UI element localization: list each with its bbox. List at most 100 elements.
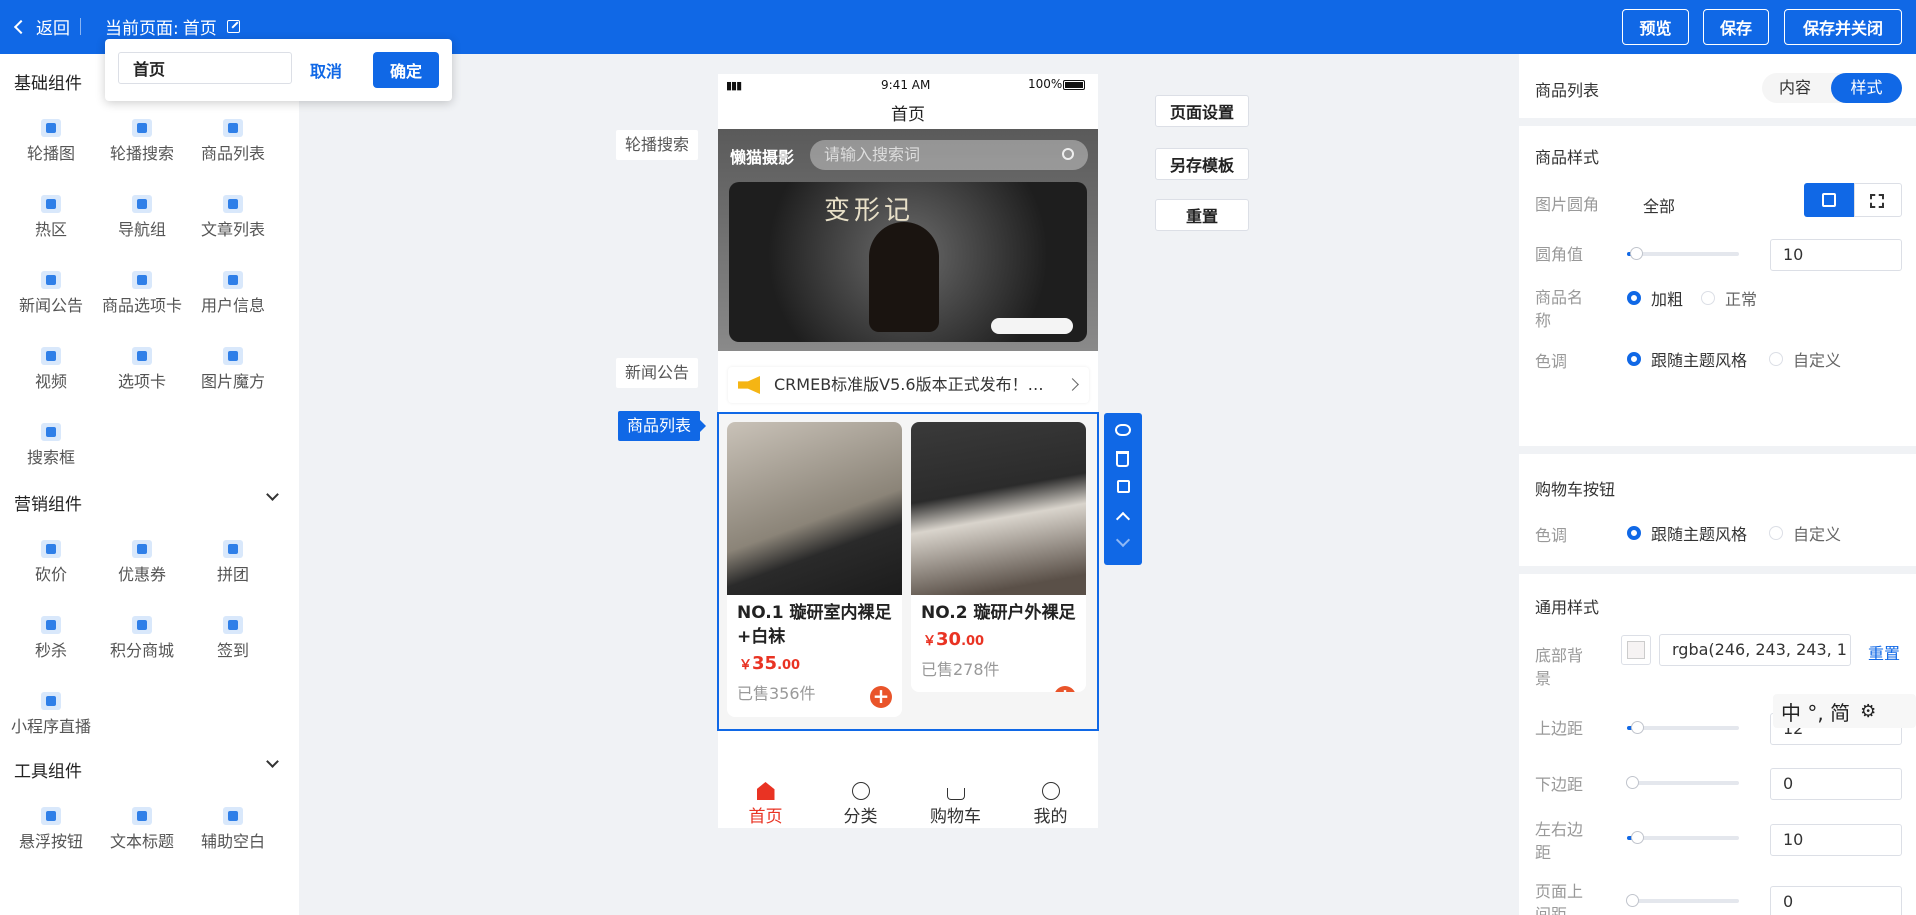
cart-tone-custom-radio[interactable]: 自定义	[1769, 521, 1841, 545]
margin-bottom-slider[interactable]	[1626, 776, 1739, 789]
canvas-label-goods-list[interactable]: 商品列表	[618, 411, 707, 441]
banner-search-block[interactable]: 懒猫摄影 请输入搜索词 变形记	[718, 129, 1098, 351]
page-top-slider[interactable]	[1626, 894, 1739, 907]
name-normal-radio[interactable]: 正常	[1701, 286, 1757, 310]
component-label: 轮播搜索	[109, 144, 174, 163]
tab-content[interactable]: 内容	[1762, 73, 1828, 103]
component-marketing-0[interactable]: 砍价	[6, 540, 96, 586]
goods-name-label: 商品名称	[1535, 288, 1584, 330]
component-tools-2[interactable]: 辅助空白	[188, 807, 278, 853]
component-basic-0[interactable]: 轮播图	[6, 119, 96, 165]
section-title: 购物车按钮	[1535, 480, 1616, 499]
component-basic-10[interactable]: 选项卡	[97, 347, 187, 393]
component-basic-5[interactable]: 文章列表	[188, 195, 278, 241]
copy-icon[interactable]	[1117, 480, 1130, 493]
status-bar: ▮▮▮ 9:41 AM 100%	[718, 74, 1098, 94]
goods-list-block[interactable]: NO.1 璇研室内裸足+白袜 ￥35.00 已售356件 + NO.2 璇研户外…	[717, 412, 1099, 731]
page-top-label: 页面上间距	[1535, 882, 1584, 915]
component-marketing-4[interactable]: 积分商城	[97, 616, 187, 662]
banner-image[interactable]: 变形记	[729, 182, 1087, 342]
tab-mine[interactable]: 我的	[1003, 776, 1098, 827]
tab-style[interactable]: 样式	[1831, 73, 1902, 103]
radius-all-button[interactable]	[1804, 183, 1854, 217]
tone-custom-radio[interactable]: 自定义	[1769, 347, 1841, 371]
tab-cart[interactable]: 购物车	[908, 776, 1003, 827]
save-button[interactable]: 保存	[1703, 9, 1769, 45]
ime-toolbar[interactable]: 中 °, 简 ⚙	[1773, 694, 1916, 728]
margin-lr-input[interactable]: 10	[1770, 824, 1902, 856]
banner-figure	[869, 222, 939, 332]
component-label: 砍价	[34, 565, 67, 584]
component-basic-2[interactable]: 商品列表	[188, 119, 278, 165]
goods-card[interactable]: NO.1 璇研室内裸足+白袜 ￥35.00 已售356件 +	[727, 422, 902, 717]
banner-search-input[interactable]: 请输入搜索词	[810, 140, 1088, 170]
trash-icon[interactable]	[1116, 451, 1129, 467]
move-down-icon[interactable]	[1115, 532, 1131, 548]
component-basic-9[interactable]: 视频	[6, 347, 96, 393]
back-label: 返回	[36, 19, 70, 39]
component-basic-3[interactable]: 热区	[6, 195, 96, 241]
price-dec: .00	[961, 634, 985, 649]
component-basic-1[interactable]: 轮播搜索	[97, 119, 187, 165]
radius-input[interactable]: 10	[1770, 239, 1902, 271]
component-icon	[41, 347, 61, 365]
component-marketing-2[interactable]: 拼团	[188, 540, 278, 586]
margin-lr-slider[interactable]	[1627, 831, 1739, 844]
goods-card[interactable]: NO.2 璇研户外裸足 ￥30.00 已售278件 +	[911, 422, 1086, 692]
tab-category[interactable]: 分类	[813, 776, 908, 827]
name-bold-radio[interactable]: 加粗	[1627, 286, 1683, 310]
bg-color-input[interactable]: rgba(246, 243, 243, 1	[1659, 634, 1851, 666]
page-top-input[interactable]: 0	[1770, 886, 1902, 915]
cart-icon	[946, 788, 965, 800]
component-tools-0[interactable]: 悬浮按钮	[6, 807, 96, 853]
gear-icon[interactable]: ⚙	[1860, 701, 1876, 722]
radio-label: 自定义	[1793, 351, 1842, 370]
component-basic-8[interactable]: 用户信息	[188, 271, 278, 317]
component-basic-11[interactable]: 图片魔方	[188, 347, 278, 393]
save-template-button[interactable]: 另存模板	[1155, 148, 1249, 180]
canvas-label-banner-search[interactable]: 轮播搜索	[616, 130, 699, 160]
add-cart-icon[interactable]: +	[870, 686, 892, 708]
radio-label: 自定义	[1793, 525, 1842, 544]
component-marketing-3[interactable]: 秒杀	[6, 616, 96, 662]
back-button[interactable]: 返回	[13, 14, 70, 39]
preview-button[interactable]: 预览	[1622, 9, 1689, 45]
color-picker[interactable]	[1621, 635, 1651, 665]
component-tools-1[interactable]: 文本标题	[97, 807, 187, 853]
edit-icon[interactable]	[226, 20, 240, 33]
radius-slider[interactable]	[1627, 247, 1739, 260]
cancel-button[interactable]: 取消	[310, 58, 342, 82]
confirm-button[interactable]: 确定	[373, 52, 439, 88]
component-basic-7[interactable]: 商品选项卡	[97, 271, 187, 317]
component-label: 文本标题	[109, 832, 174, 851]
tone-theme-radio[interactable]: 跟随主题风格	[1627, 347, 1747, 371]
component-marketing-5[interactable]: 签到	[188, 616, 278, 662]
margin-top-slider[interactable]	[1627, 721, 1739, 734]
reset-page-button[interactable]: 重置	[1155, 199, 1249, 231]
tab-home[interactable]: 首页	[718, 776, 813, 827]
add-cart-icon[interactable]: +	[1054, 686, 1076, 692]
component-icon	[223, 271, 243, 289]
component-basic-6[interactable]: 新闻公告	[6, 271, 96, 317]
eye-icon[interactable]	[1115, 424, 1131, 436]
save-close-button[interactable]: 保存并关闭	[1784, 9, 1902, 45]
move-up-icon[interactable]	[1115, 511, 1131, 527]
component-marketing-1[interactable]: 优惠券	[97, 540, 187, 586]
page-settings-button[interactable]: 页面设置	[1155, 95, 1249, 127]
cart-tone-theme-radio[interactable]: 跟随主题风格	[1627, 521, 1747, 545]
component-marketing-6[interactable]: 小程序直播	[6, 692, 96, 738]
chevron-down-icon[interactable]	[266, 488, 279, 501]
component-label: 悬浮按钮	[18, 832, 83, 851]
component-icon	[223, 195, 243, 213]
bg-reset-link[interactable]: 重置	[1868, 640, 1900, 664]
component-basic-12[interactable]: 搜索框	[6, 423, 96, 469]
chevron-down-icon[interactable]	[266, 755, 279, 768]
page-name-input[interactable]	[118, 52, 292, 84]
canvas-label-news[interactable]: 新闻公告	[616, 358, 699, 388]
radius-single-button[interactable]	[1854, 183, 1902, 217]
news-notice[interactable]: CRMEB标准版V5.6版本正式发布！…	[728, 367, 1089, 403]
margin-bottom-input[interactable]: 0	[1770, 768, 1902, 800]
component-label: 拼团	[216, 565, 249, 584]
current-page: 当前页面: 首页	[105, 14, 240, 39]
component-basic-4[interactable]: 导航组	[97, 195, 187, 241]
